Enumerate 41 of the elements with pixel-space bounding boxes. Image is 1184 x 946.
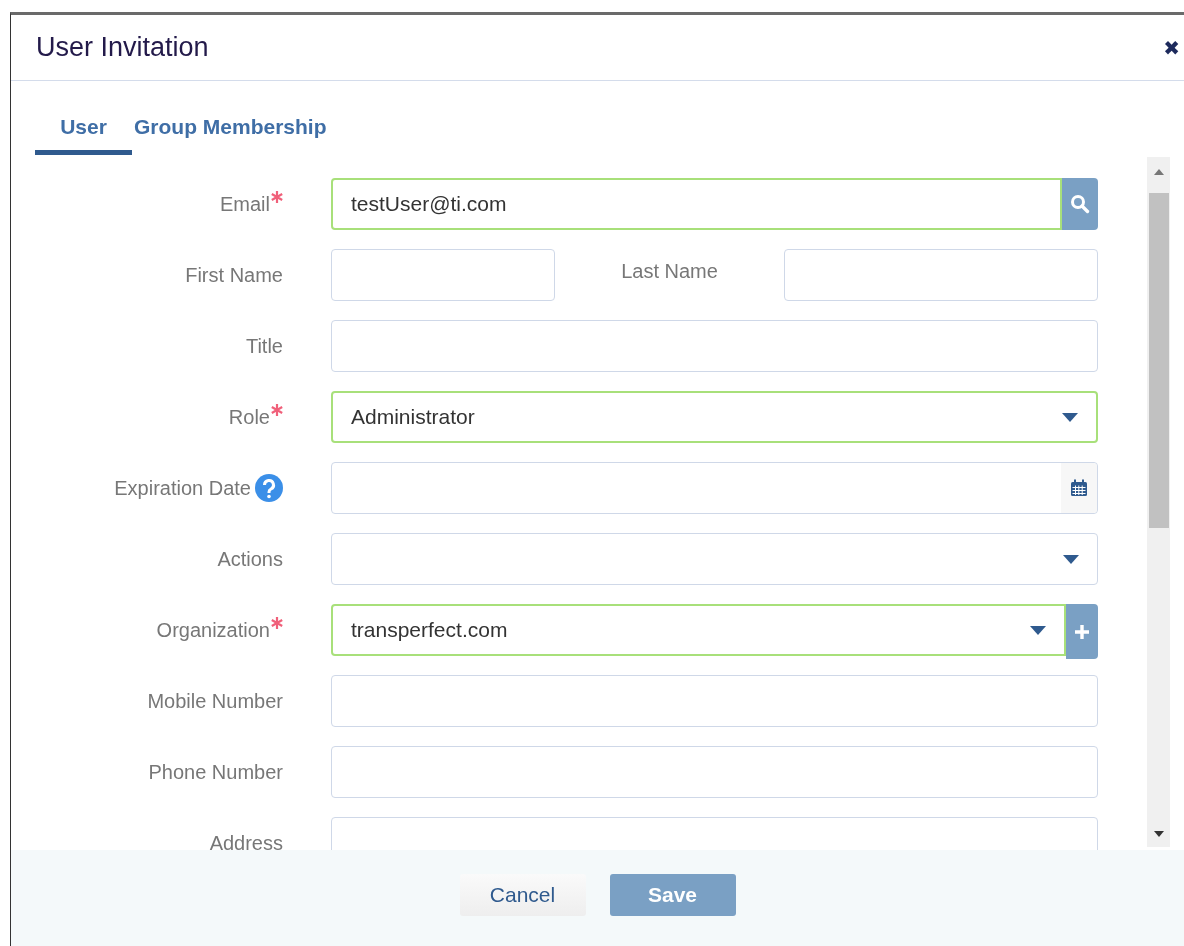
field-label: Title xyxy=(245,335,283,358)
calendar-icon xyxy=(1070,479,1088,497)
field-label: Mobile Number xyxy=(147,690,283,713)
field-label: First Name xyxy=(185,264,283,287)
required-icon xyxy=(271,191,283,203)
scroll-down-icon[interactable] xyxy=(1153,831,1164,837)
cancel-button[interactable]: Cancel xyxy=(459,874,586,916)
field-label: Email xyxy=(220,193,270,216)
field-label: Address xyxy=(209,832,283,850)
field-label: Role xyxy=(228,406,270,429)
dropdown[interactable] xyxy=(331,533,1098,585)
search-button[interactable] xyxy=(1062,178,1098,230)
scrollbar-thumb[interactable] xyxy=(1148,193,1169,528)
text-field[interactable] xyxy=(331,746,1098,798)
add-button[interactable] xyxy=(1066,604,1098,659)
scroll-up-icon[interactable] xyxy=(1153,169,1164,175)
dialog-title: User Invitation xyxy=(36,32,209,63)
caret-icon xyxy=(1062,412,1078,422)
text-field[interactable] xyxy=(331,249,555,301)
text-field[interactable] xyxy=(784,249,1098,301)
close-button[interactable]: ✖ xyxy=(1163,35,1184,60)
tab[interactable]: User xyxy=(35,111,132,155)
text-field[interactable] xyxy=(331,320,1098,372)
field-label: Organization xyxy=(156,619,270,642)
dropdown[interactable]: Administrator xyxy=(331,391,1098,443)
tab[interactable]: Group Membership xyxy=(134,111,327,155)
caret-icon xyxy=(1030,625,1046,635)
plus-icon xyxy=(1075,624,1089,639)
field-label: Expiration Date xyxy=(114,477,251,500)
caret-icon xyxy=(1063,554,1079,564)
field-label: Last Name xyxy=(621,260,718,284)
required-icon xyxy=(271,617,283,629)
date-field[interactable] xyxy=(331,462,1098,514)
search-icon xyxy=(1070,194,1090,214)
required-icon xyxy=(271,404,283,416)
text-field[interactable] xyxy=(331,675,1098,727)
scrollbar[interactable] xyxy=(1147,157,1170,847)
field-label: Phone Number xyxy=(148,761,283,784)
field-label: Actions xyxy=(217,548,283,571)
dropdown[interactable]: transperfect.com xyxy=(331,604,1066,656)
email-field[interactable]: testUser@ti.com xyxy=(331,178,1062,230)
